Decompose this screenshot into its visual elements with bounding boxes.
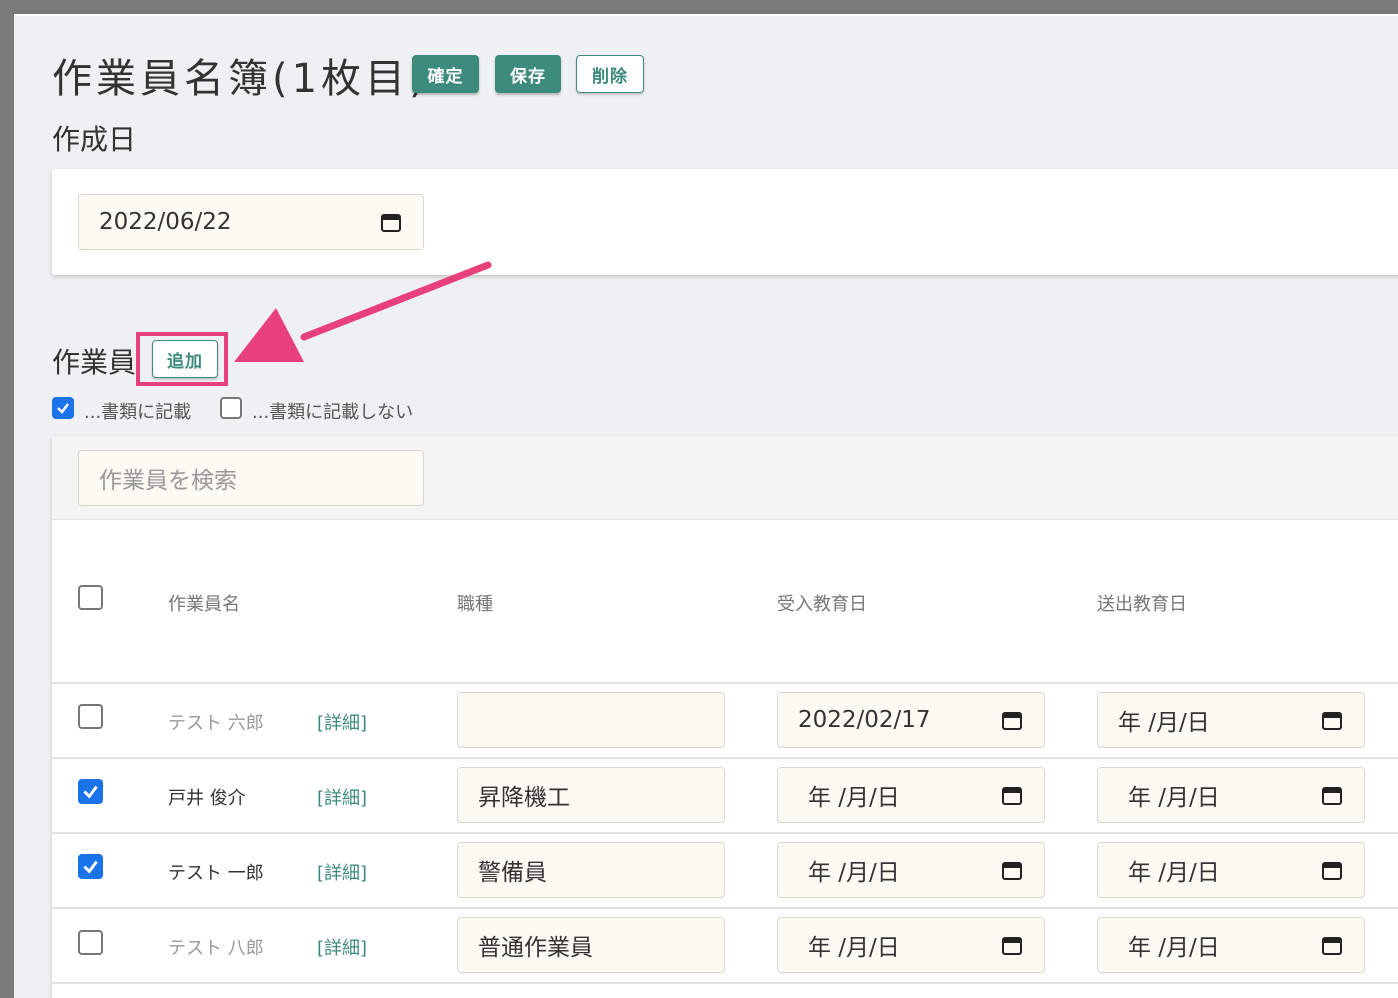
detail-link[interactable]: [詳細] xyxy=(317,709,367,735)
calendar-icon[interactable] xyxy=(1322,860,1342,880)
sendout-date-value: 年 /月/日 xyxy=(1128,935,1220,961)
intake-date-input[interactable]: 2022/02/17 xyxy=(777,692,1045,748)
sendout-date-input[interactable]: 年 /月/日 xyxy=(1097,767,1365,823)
save-button[interactable]: 保存 xyxy=(495,55,561,93)
intake-date-value: 年 /月/日 xyxy=(808,785,900,811)
check-icon xyxy=(57,403,69,414)
window-top-edge xyxy=(14,14,1398,16)
worker-name: テスト 一郎 xyxy=(168,863,264,884)
col-header-sendout[interactable]: 送出教育日 xyxy=(1097,590,1187,616)
worker-name: 戸井 俊介 xyxy=(168,788,246,809)
created-date-input[interactable]: 2022/06/22 xyxy=(78,194,424,250)
calendar-icon[interactable] xyxy=(1322,710,1342,730)
workers-label: 作業員 xyxy=(52,346,137,379)
filter-include-label: ...書類に記載 xyxy=(84,402,192,423)
calendar-icon[interactable] xyxy=(1002,785,1022,805)
sendout-date-input[interactable]: 年 /月/日 xyxy=(1097,842,1365,898)
calendar-icon[interactable] xyxy=(1002,935,1022,955)
created-date-label: 作成日 xyxy=(52,123,137,156)
intake-date-value: 年 /月/日 xyxy=(808,860,900,886)
delete-button[interactable]: 削除 xyxy=(576,55,644,93)
row-divider xyxy=(52,907,1398,909)
add-worker-button[interactable]: 追加 xyxy=(152,340,218,378)
intake-date-value: 2022/02/17 xyxy=(798,707,931,733)
job-field[interactable]: 昇降機工 xyxy=(457,767,725,823)
calendar-icon[interactable] xyxy=(1002,710,1022,730)
calendar-icon[interactable] xyxy=(1322,935,1342,955)
worker-name: テスト 六郎 xyxy=(168,713,264,734)
sendout-date-value: 年 /月/日 xyxy=(1118,710,1210,736)
worker-search-input[interactable]: 作業員を検索 xyxy=(78,450,424,506)
job-value: 昇降機工 xyxy=(478,785,570,811)
intake-date-input[interactable]: 年 /月/日 xyxy=(777,842,1045,898)
intake-date-value: 年 /月/日 xyxy=(808,935,900,961)
confirm-button[interactable]: 確定 xyxy=(412,55,479,93)
header-divider xyxy=(52,682,1398,684)
filter-exclude-label: ...書類に記載しない xyxy=(252,402,414,423)
calendar-icon[interactable] xyxy=(1322,785,1342,805)
sendout-date-value: 年 /月/日 xyxy=(1128,860,1220,886)
job-field[interactable] xyxy=(457,692,725,748)
detail-link[interactable]: [詳細] xyxy=(317,784,367,810)
row-divider xyxy=(52,832,1398,834)
created-date-card: 2022/06/22 xyxy=(52,169,1398,275)
created-date-value: 2022/06/22 xyxy=(99,209,232,235)
job-value: 警備員 xyxy=(478,860,547,886)
col-header-name[interactable]: 作業員名 xyxy=(168,590,240,616)
calendar-icon[interactable] xyxy=(381,212,401,232)
workers-table-card: 作業員を検索 作業員名 職種 受入教育日 送出教育日 テスト 六郎 [詳細] 2… xyxy=(52,436,1398,998)
page-title: 作業員名簿(1枚目) xyxy=(52,56,429,102)
sendout-date-input[interactable]: 年 /月/日 xyxy=(1097,692,1365,748)
detail-link[interactable]: [詳細] xyxy=(317,859,367,885)
filter-exclude-checkbox[interactable] xyxy=(220,397,242,419)
row-checkbox[interactable] xyxy=(78,779,103,804)
row-checkbox[interactable] xyxy=(78,930,103,955)
worker-name: テスト 八郎 xyxy=(168,938,264,959)
sendout-date-input[interactable]: 年 /月/日 xyxy=(1097,917,1365,973)
detail-link[interactable]: [詳細] xyxy=(317,934,367,960)
check-icon xyxy=(83,860,98,874)
col-header-intake[interactable]: 受入教育日 xyxy=(777,590,867,616)
row-divider xyxy=(52,757,1398,759)
job-value: 普通作業員 xyxy=(478,935,593,961)
row-checkbox[interactable] xyxy=(78,854,103,879)
sendout-date-value: 年 /月/日 xyxy=(1128,785,1220,811)
job-field[interactable]: 警備員 xyxy=(457,842,725,898)
intake-date-input[interactable]: 年 /月/日 xyxy=(777,917,1045,973)
filter-include-checkbox[interactable] xyxy=(52,397,74,419)
intake-date-input[interactable]: 年 /月/日 xyxy=(777,767,1045,823)
job-field[interactable]: 普通作業員 xyxy=(457,917,725,973)
calendar-icon[interactable] xyxy=(1002,860,1022,880)
col-header-job[interactable]: 職種 xyxy=(457,590,493,616)
row-checkbox[interactable] xyxy=(78,704,103,729)
app-window: 作業員名簿(1枚目) 確定 保存 削除 作成日 2022/06/22 作業員 追… xyxy=(14,14,1398,998)
select-all-checkbox[interactable] xyxy=(78,585,103,610)
worker-search-placeholder: 作業員を検索 xyxy=(99,468,237,494)
row-divider xyxy=(52,982,1398,984)
check-icon xyxy=(83,785,98,799)
